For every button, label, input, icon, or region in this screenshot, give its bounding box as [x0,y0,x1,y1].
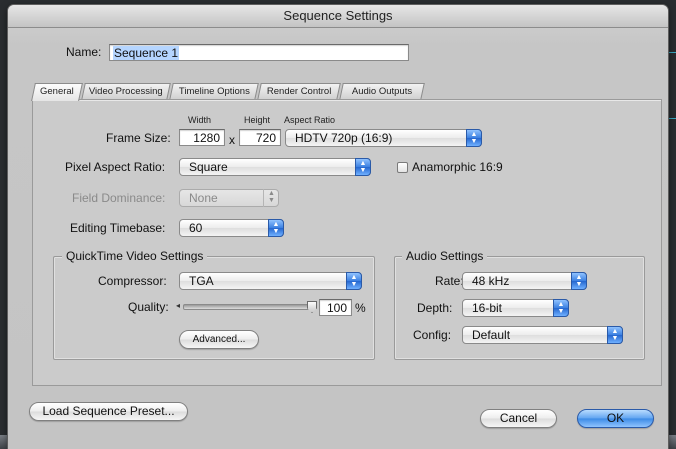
frame-size-label: Frame Size: [106,131,171,145]
quality-label: Quality: [128,300,169,314]
window-title: Sequence Settings [8,5,668,28]
anamorphic-label: Anamorphic 16:9 [412,160,503,174]
config-label: Config: [413,328,452,342]
advanced-button[interactable]: Advanced... [179,330,259,349]
audio-group-title: Audio Settings [402,249,488,263]
ok-button[interactable]: OK [577,409,654,428]
aspect-ratio-popup[interactable]: HDTV 720p (16:9) ▲ ▼ [285,129,482,147]
compressor-value: TGA [189,274,214,288]
pixel-aspect-value: Square [189,160,228,174]
tab-render-control[interactable]: Render Control [257,83,341,100]
updown-arrows-icon: ▲ ▼ [607,326,623,344]
width-header: Width [188,115,212,125]
updown-arrows-icon: ▲ ▼ [355,158,371,176]
config-value: Default [472,328,511,342]
name-field-value: Sequence 1 [113,46,180,60]
tab-general[interactable]: General [31,83,83,101]
compressor-label: Compressor: [98,274,167,288]
depth-popup[interactable]: 16-bit ▲ ▼ [462,299,569,317]
frame-size-separator: x [229,133,235,147]
rate-label: Rate: [435,274,464,288]
quicktime-group-title: QuickTime Video Settings [62,249,208,263]
desktop-guide-line [668,118,676,119]
tab-video-processing[interactable]: Video Processing [81,83,171,100]
load-sequence-preset-button[interactable]: Load Sequence Preset... [29,402,188,421]
name-field[interactable]: Sequence 1 [109,44,409,61]
field-dominance-label: Field Dominance: [72,191,166,205]
slider-left-arrow-icon: ◂ [176,301,181,310]
compressor-popup[interactable]: TGA ▲ ▼ [179,272,362,290]
frame-height-field[interactable]: 720 [239,129,281,146]
config-popup[interactable]: Default ▲ ▼ [462,326,623,344]
updown-arrows-icon: ▲ ▼ [466,129,482,147]
general-tab-panel: Width Height Aspect Ratio Frame Size: 12… [32,99,662,386]
tab-audio-outputs[interactable]: Audio Outputs [339,83,425,100]
editing-timebase-popup[interactable]: 60 ▲ ▼ [179,219,284,237]
rate-popup[interactable]: 48 kHz ▲ ▼ [462,272,587,290]
depth-label: Depth: [417,301,453,315]
pixel-aspect-label: Pixel Aspect Ratio: [65,160,166,174]
height-header: Height [244,115,271,125]
quality-unit: % [355,301,366,315]
rate-value: 48 kHz [472,274,510,288]
updown-arrows-icon: ▲ ▼ [263,189,279,207]
editing-timebase-label: Editing Timebase: [70,221,166,235]
updown-arrows-icon: ▲ ▼ [553,299,569,317]
editing-timebase-value: 60 [189,221,203,235]
cancel-button[interactable]: Cancel [480,409,557,428]
sequence-settings-dialog: Sequence Settings Name: Sequence 1 Gener… [8,5,668,449]
name-label: Name: [66,45,102,59]
field-dominance-value: None [189,191,218,205]
updown-arrows-icon: ▲ ▼ [571,272,587,290]
depth-value: 16-bit [472,301,503,315]
frame-width-field[interactable]: 1280 [179,129,225,146]
tab-timeline-options[interactable]: Timeline Options [169,83,259,100]
pixel-aspect-popup[interactable]: Square ▲ ▼ [179,158,371,176]
updown-arrows-icon: ▲ ▼ [346,272,362,290]
desktop-guide-line [668,52,676,53]
aspect-ratio-header: Aspect Ratio [284,115,336,125]
quality-value-field[interactable]: 100 [319,299,352,316]
updown-arrows-icon: ▲ ▼ [268,219,284,237]
field-dominance-popup: None ▲ ▼ [179,189,279,207]
aspect-ratio-value: HDTV 720p (16:9) [295,131,393,145]
anamorphic-checkbox[interactable] [397,162,408,173]
quality-slider-track[interactable] [183,304,313,310]
